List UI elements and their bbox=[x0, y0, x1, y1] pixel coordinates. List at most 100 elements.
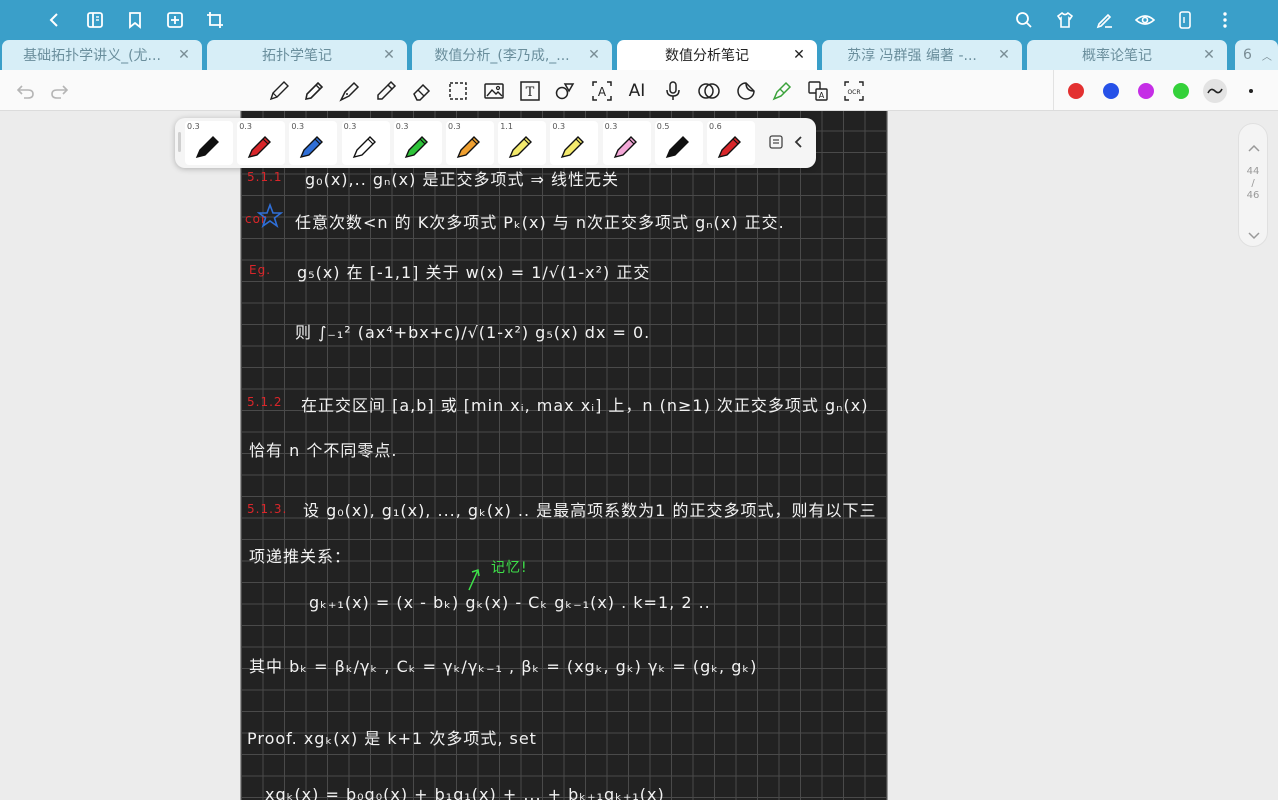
image-icon[interactable] bbox=[481, 78, 507, 104]
tab-topology-notes[interactable]: 拓扑学笔记 ✕ bbox=[207, 40, 407, 70]
close-icon[interactable]: ✕ bbox=[1199, 47, 1219, 63]
panel-handle[interactable] bbox=[178, 132, 181, 152]
handwritten-line: 在正交区间 [a,b] 或 [min xᵢ, max xᵢ] 上，n (n≥1)… bbox=[301, 396, 869, 415]
pen-preset-button[interactable]: 0.6 bbox=[707, 121, 755, 165]
tab-overflow[interactable]: 6 ︿ bbox=[1235, 40, 1278, 70]
top-app-bar bbox=[0, 0, 1278, 40]
handwritten-line: 恰有 n 个不同零点. bbox=[249, 441, 398, 460]
pen-width-label: 0.6 bbox=[709, 122, 722, 131]
ai-icon[interactable]: AI bbox=[624, 78, 650, 104]
handwritten-line: 项递推关系： bbox=[249, 547, 352, 566]
add-page-icon[interactable] bbox=[161, 6, 189, 34]
tab-label: 数值分析笔记 bbox=[665, 48, 749, 64]
pen-icon bbox=[456, 136, 480, 159]
tab-label: 拓扑学笔记 bbox=[262, 48, 332, 64]
handwritten-formula: 其中 bₖ = βₖ/γₖ , Cₖ = γₖ/γₖ₋₁ , βₖ = (xgₖ… bbox=[249, 657, 758, 676]
translate-icon[interactable]: A bbox=[805, 78, 831, 104]
close-icon[interactable]: ✕ bbox=[789, 47, 809, 63]
pen-width-label: 1.1 bbox=[500, 122, 513, 131]
chevron-up-icon[interactable] bbox=[1247, 138, 1261, 157]
pen-icon bbox=[247, 136, 272, 159]
pen-preset-button[interactable]: 0.3 bbox=[602, 121, 651, 165]
close-icon[interactable]: ✕ bbox=[174, 47, 194, 63]
pen-width-label: 0.5 bbox=[656, 122, 670, 131]
pen-icon bbox=[300, 136, 324, 159]
chevron-down-icon[interactable] bbox=[1247, 226, 1261, 245]
undo-icon[interactable] bbox=[13, 78, 39, 104]
pen-width-label: 0.3 bbox=[239, 122, 252, 131]
tab-bar: 基础拓扑学讲义_(尤... ✕ 拓扑学笔记 ✕ 数值分析_(李乃成,_... ✕… bbox=[0, 40, 1278, 70]
pen-preset-button[interactable]: 0.3 bbox=[185, 121, 233, 165]
tab-numerical-analysis-book[interactable]: 数值分析_(李乃成,_... ✕ bbox=[412, 40, 612, 70]
pen-preset-button[interactable]: 0.5 bbox=[654, 121, 703, 165]
close-icon[interactable]: ✕ bbox=[584, 47, 604, 63]
more-vertical-icon[interactable] bbox=[1211, 6, 1239, 34]
laser-pointer-icon[interactable] bbox=[769, 78, 795, 104]
pen-preset-button[interactable]: 0.3 bbox=[446, 121, 494, 165]
color-blue-swatch[interactable] bbox=[1103, 83, 1119, 99]
ocr-icon[interactable]: OCR bbox=[841, 78, 867, 104]
pen-icon bbox=[561, 136, 585, 159]
dot-size-icon[interactable] bbox=[1249, 89, 1253, 93]
shirt-icon[interactable] bbox=[1051, 6, 1079, 34]
color-green-swatch[interactable] bbox=[1173, 83, 1189, 99]
eye-icon[interactable] bbox=[1131, 6, 1159, 34]
pencil-icon[interactable] bbox=[266, 78, 292, 104]
handwritten-line: g₀(x),.. gₙ(x) 是正交多项式 ⇒ 线性无关 bbox=[305, 170, 620, 189]
sticker-icon[interactable] bbox=[733, 78, 759, 104]
text-tool-glyph: T bbox=[526, 85, 535, 100]
tab-probability-notes[interactable]: 概率论笔记 ✕ bbox=[1027, 40, 1227, 70]
text-box-icon[interactable]: T bbox=[517, 78, 543, 104]
drawing-toolbar: T A AI A OCR bbox=[0, 70, 1278, 111]
pen-icon bbox=[508, 136, 533, 159]
notebook-icon[interactable] bbox=[81, 6, 109, 34]
bookmark-icon[interactable] bbox=[121, 6, 149, 34]
pen-icon[interactable] bbox=[301, 78, 327, 104]
tab-label: 苏淳 冯群强 编著 -... bbox=[847, 48, 977, 64]
pen-width-label: 0.3 bbox=[187, 122, 200, 131]
pen-width-label: 0.3 bbox=[604, 122, 618, 131]
lasso-select-icon[interactable] bbox=[445, 78, 471, 104]
redo-icon[interactable] bbox=[46, 78, 72, 104]
color-purple-swatch[interactable] bbox=[1138, 83, 1154, 99]
tab-topology-lecture[interactable]: 基础拓扑学讲义_(尤... ✕ bbox=[2, 40, 202, 70]
handwritten-line: Proof. xgₖ(x) 是 k+1 次多项式, set bbox=[247, 729, 537, 748]
collapse-panel-chevron-icon[interactable] bbox=[792, 133, 808, 151]
close-icon[interactable]: ✕ bbox=[994, 47, 1014, 63]
tab-probability-book[interactable]: 苏淳 冯群强 编著 -... ✕ bbox=[822, 40, 1022, 70]
pen-preset-button[interactable]: 0.3 bbox=[550, 121, 599, 165]
stroke-style-icon[interactable] bbox=[1203, 79, 1227, 103]
pen-settings-icon[interactable] bbox=[767, 133, 785, 151]
note-page[interactable]: 5.1.1 g₀(x),.. gₙ(x) 是正交多项式 ⇒ 线性无关 cor 任… bbox=[240, 111, 888, 800]
svg-text:A: A bbox=[819, 91, 825, 100]
theorem-number: 5.1.3. bbox=[247, 502, 288, 516]
text-recognition-icon[interactable]: A bbox=[589, 78, 615, 104]
back-arrow-icon[interactable] bbox=[40, 6, 68, 34]
ocr-label: OCR bbox=[847, 89, 860, 96]
page-navigator: 44 / 46 bbox=[1238, 123, 1268, 247]
highlighter-icon[interactable] bbox=[373, 78, 399, 104]
pen-preset-button[interactable]: 1.1 bbox=[498, 121, 547, 165]
link-icon[interactable] bbox=[696, 78, 722, 104]
handwritten-line: 设 g₀(x), g₁(x), ..., gₖ(x) .. 是最高项系数为1 的… bbox=[303, 501, 877, 520]
tab-label: 基础拓扑学讲义_(尤... bbox=[23, 48, 161, 64]
fountain-pen-icon[interactable] bbox=[337, 78, 363, 104]
pen-preset-button[interactable]: 0.3 bbox=[237, 121, 286, 165]
pen-preset-button[interactable]: 0.3 bbox=[289, 121, 338, 165]
pen-width-label: 0.3 bbox=[395, 122, 409, 131]
close-icon[interactable]: ✕ bbox=[379, 47, 399, 63]
search-icon[interactable] bbox=[1010, 6, 1038, 34]
tab-numerical-analysis-notes[interactable]: 数值分析笔记 ✕ bbox=[617, 40, 817, 70]
theorem-number: 5.1.2 bbox=[247, 395, 283, 409]
eraser-icon[interactable] bbox=[409, 78, 435, 104]
crop-icon[interactable] bbox=[201, 6, 229, 34]
pen-preset-button[interactable]: 0.3 bbox=[341, 121, 390, 165]
pen-edit-icon[interactable] bbox=[1091, 6, 1119, 34]
pen-preset-button[interactable]: 0.3 bbox=[393, 121, 442, 165]
shapes-icon[interactable] bbox=[552, 78, 578, 104]
handwritten-formula: xgₖ(x) = b₀g₀(x) + b₁g₁(x) + ... + bₖ₊₁g… bbox=[265, 785, 665, 800]
phone-icon[interactable] bbox=[1171, 6, 1199, 34]
color-red-swatch[interactable] bbox=[1068, 83, 1084, 99]
total-pages: 46 bbox=[1246, 190, 1260, 201]
microphone-icon[interactable] bbox=[660, 78, 686, 104]
